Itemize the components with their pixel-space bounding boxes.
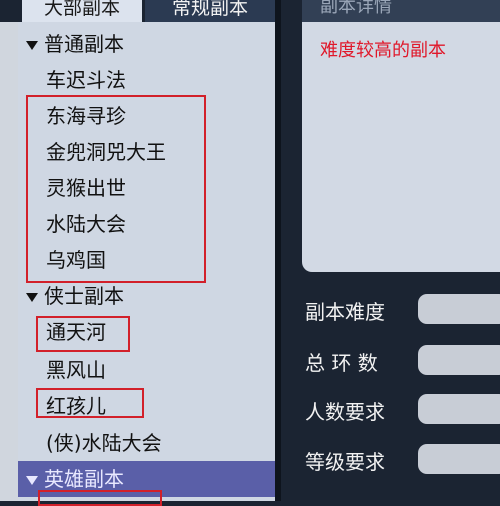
list-item[interactable]: 黑风山 [18,352,275,388]
chevron-down-icon [26,476,38,485]
category-label: 普通副本 [44,32,124,56]
category-label: 侠士副本 [44,284,124,308]
highlight-box [36,316,130,352]
rounds-field [418,345,500,375]
left-rail [0,22,18,501]
detail-description: 难度较高的副本 [320,40,446,61]
players-field [418,394,500,424]
difficulty-field [418,294,500,324]
category-label: 英雄副本 [44,467,124,491]
tab-all-dungeons[interactable]: 大部副本 [22,0,142,22]
highlight-box [38,490,162,506]
chevron-down-icon [26,293,38,302]
category-hero[interactable]: 侠士副本 [18,278,275,314]
panel-divider [275,0,281,501]
list-item[interactable]: 车迟斗法 [18,62,275,98]
category-normal[interactable]: 普通副本 [18,26,275,62]
difficulty-label: 副本难度 [305,300,385,324]
tab-normal-dungeons[interactable]: 常规副本 [145,0,275,22]
list-item[interactable]: (侠)水陆大会 [18,425,275,461]
highlight-box [36,388,144,418]
chevron-down-icon [26,41,38,50]
rounds-label: 总 环 数 [305,351,378,375]
highlight-box [26,95,206,283]
level-label: 等级要求 [305,450,385,474]
detail-header: 副本详情 [302,0,500,22]
level-field [418,444,500,474]
detail-panel: 难度较高的副本 [302,22,500,272]
players-label: 人数要求 [305,400,385,424]
